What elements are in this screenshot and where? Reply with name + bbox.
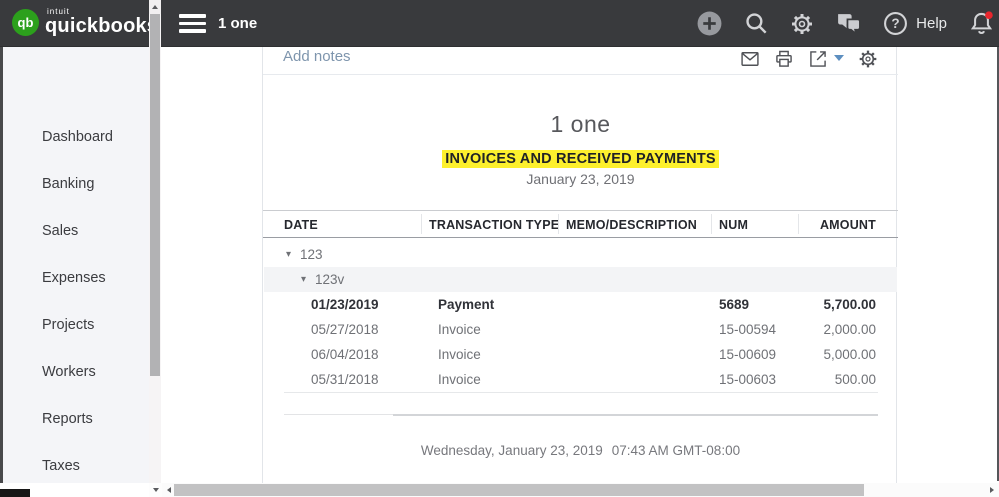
cell-type: Invoice [438,322,481,337]
sidebar-item-reports[interactable]: Reports [0,396,149,443]
sidebar-item-sales[interactable]: Sales [0,208,149,255]
print-icon[interactable] [774,49,794,69]
sidebar-item-projects[interactable]: Projects [0,302,149,349]
collapse-arrow-icon[interactable]: ▾ [286,242,291,267]
group-row-123[interactable]: ▾ 123 [263,242,898,267]
sidebar-item-banking[interactable]: Banking [0,161,149,208]
report-timestamp: Wednesday, January 23, 2019 07:43 AM GMT-… [420,443,741,458]
export-dropdown-icon[interactable] [834,55,844,61]
app-window: qb intuit quickbooks 1 one ? Help Dashbo… [0,0,999,497]
help-circle-icon: ? [884,12,908,35]
report-date: January 23, 2019 [526,171,635,187]
help-button[interactable]: ? Help [883,11,947,36]
cell-num: 5689 [719,297,750,312]
sidebar-item-expenses[interactable]: Expenses [0,255,149,302]
page-title: 1 one [218,15,258,32]
cell-amount: 500.00 [834,372,876,387]
qb-monogram-icon: qb [12,8,39,36]
hamburger-menu-icon[interactable] [179,14,206,33]
export-icon[interactable] [808,49,828,69]
report-subtitle-highlighted: INVOICES AND RECEIVED PAYMENTS [442,150,719,168]
cell-date: 01/23/2019 [311,297,379,312]
horizontal-scrollbar-thumb[interactable] [174,484,864,496]
window-left-edge [0,47,3,483]
cell-amount: 5,700.00 [823,297,876,312]
cell-num: 15-00603 [719,372,777,387]
email-icon[interactable] [740,49,760,69]
table-row[interactable]: 05/27/2018 Invoice 15-00594 2,000.00 [263,317,898,342]
cell-date: 06/04/2018 [311,347,379,362]
cell-type: Invoice [438,372,481,387]
group-row-123v[interactable]: ▾ 123v [264,267,897,292]
quickbooks-wordmark: quickbooks [45,15,159,37]
col-header-transaction-type: TRANSACTION TYPE [429,218,560,232]
notifications-bell-icon[interactable] [968,10,995,37]
cell-date: 05/27/2018 [311,322,379,337]
table-header-row: DATE TRANSACTION TYPE MEMO/DESCRIPTION N… [263,210,898,238]
table-row[interactable]: 06/04/2018 Invoice 15-00609 5,000.00 [263,342,898,367]
table-end-divider [284,392,878,393]
settings-gear-icon[interactable] [790,12,814,36]
chat-messages-icon[interactable] [835,11,862,36]
sidebar-item-dashboard[interactable]: Dashboard [0,114,149,161]
report-card: Add notes 1 one INVOICES AND RECEIVED PA… [262,47,898,483]
cell-num: 15-00594 [719,322,777,337]
bottom-left-corner-block [0,489,30,497]
svg-text:?: ? [892,16,900,31]
table-row[interactable]: 05/31/2018 Invoice 15-00603 500.00 [263,367,898,392]
group-label: 123 [300,247,323,262]
quickbooks-logo[interactable]: qb intuit quickbooks [12,8,158,36]
report-toolbar: Add notes [263,47,898,75]
footer-divider-left [284,414,393,415]
report-title: 1 one [550,111,611,137]
sidebar-item-workers[interactable]: Workers [0,349,149,396]
cell-num: 15-00609 [719,347,777,362]
group-label: 123v [315,272,345,287]
vertical-scrollbar-thumb[interactable] [150,14,160,376]
table-row[interactable]: 01/23/2019 Payment 5689 5,700.00 [263,292,898,317]
cell-amount: 2,000.00 [823,322,876,337]
search-icon[interactable] [744,11,769,36]
create-plus-icon[interactable] [696,10,723,37]
cell-type: Invoice [438,347,481,362]
col-header-date: DATE [284,218,318,232]
footer-divider-right [393,414,878,416]
notification-badge [985,11,993,19]
collapse-arrow-icon[interactable]: ▾ [301,267,306,292]
add-notes-link[interactable]: Add notes [283,48,351,65]
col-header-memo: MEMO/DESCRIPTION [566,218,697,232]
scroll-down-button[interactable] [149,483,162,497]
report-settings-gear-icon[interactable] [858,49,878,69]
scroll-right-button[interactable] [985,483,999,497]
left-sidebar: Dashboard Banking Sales Expenses Project… [0,47,149,483]
cell-date: 05/31/2018 [311,372,379,387]
cell-amount: 5,000.00 [823,347,876,362]
col-header-amount: AMOUNT [819,218,876,232]
col-header-num: NUM [719,218,749,232]
help-label: Help [916,15,947,32]
scroll-up-button[interactable] [149,0,161,14]
vertical-scrollbar[interactable] [149,0,161,483]
horizontal-scrollbar[interactable] [162,483,999,497]
cell-type: Payment [438,297,495,312]
